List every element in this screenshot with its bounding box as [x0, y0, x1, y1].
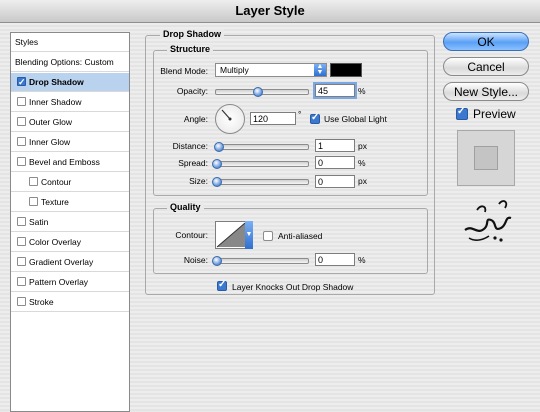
sidebar-item-label: Texture [41, 197, 69, 207]
sidebar-item-label: Satin [29, 217, 49, 227]
size-slider-thumb[interactable] [212, 177, 222, 187]
sidebar-checkbox[interactable] [17, 237, 26, 246]
sidebar-checkbox[interactable] [29, 197, 38, 206]
noise-slider-thumb[interactable] [212, 256, 222, 266]
angle-dial-needle [221, 109, 232, 121]
noise-label: Noise: [183, 255, 208, 265]
size-slider[interactable] [212, 177, 309, 187]
preview-thumbnail [457, 130, 515, 186]
sidebar-item-satin[interactable]: Satin [11, 213, 129, 232]
contour-dropdown-arrow-icon[interactable]: ▼ [245, 221, 253, 249]
sidebar-checkbox[interactable] [17, 157, 26, 166]
noise-slider[interactable] [212, 256, 309, 266]
spread-input[interactable]: 0 [315, 156, 355, 169]
size-input[interactable]: 0 [315, 175, 355, 188]
size-label: Size: [189, 176, 208, 186]
angle-unit: ° [298, 109, 302, 119]
sidebar-checkbox[interactable] [17, 257, 26, 266]
layer-knocks-out-checkbox[interactable] [217, 279, 227, 291]
sidebar-item-gradient-overlay[interactable]: Gradient Overlay [11, 253, 129, 272]
preview-swatch [474, 146, 498, 170]
opacity-input[interactable]: 45 [315, 84, 355, 97]
sidebar-item-blending-options-custom[interactable]: Blending Options: Custom [11, 53, 129, 72]
sidebar-item-bevel-and-emboss[interactable]: Bevel and Emboss [11, 153, 129, 172]
use-global-light-label: Use Global Light [324, 114, 387, 124]
spread-slider[interactable] [212, 159, 309, 169]
styles-list: Styles Blending Options: Custom Drop Shad… [10, 32, 130, 412]
quality-title: Quality [167, 202, 204, 212]
sidebar-checkbox[interactable] [17, 297, 26, 306]
updown-arrow-icon: ▲ ▼ [314, 63, 326, 76]
sidebar-item-label: Color Overlay [29, 237, 81, 247]
sidebar-item-inner-glow[interactable]: Inner Glow [11, 133, 129, 152]
sidebar-item-label: Outer Glow [29, 117, 72, 127]
preview-label: Preview [473, 107, 516, 121]
noise-input[interactable]: 0 [315, 253, 355, 266]
shadow-color-swatch[interactable] [330, 63, 362, 77]
sidebar-item-label: Stroke [29, 297, 54, 307]
sidebar-item-label: Inner Glow [29, 137, 71, 147]
angle-input[interactable]: 120 [250, 112, 296, 125]
blend-mode-label: Blend Mode: [160, 66, 208, 76]
sidebar-item-color-overlay[interactable]: Color Overlay [11, 233, 129, 252]
preview-checkbox[interactable] [456, 106, 468, 120]
anti-aliased-checkbox[interactable] [263, 231, 273, 241]
sidebar-item-label: Blending Options: Custom [15, 57, 114, 67]
sidebar-checkbox[interactable] [17, 137, 26, 146]
window-title: Layer Style [0, 0, 540, 23]
drop-shadow-title: Drop Shadow [160, 29, 224, 39]
use-global-light-checkbox[interactable] [310, 112, 320, 124]
sidebar-item-outer-glow[interactable]: Outer Glow [11, 113, 129, 132]
sidebar-item-label: Pattern Overlay [29, 277, 89, 287]
new-style-button[interactable]: New Style... [443, 82, 529, 101]
spread-slider-thumb[interactable] [212, 159, 222, 169]
sidebar-item-inner-shadow[interactable]: Inner Shadow [11, 93, 129, 112]
sidebar-checkbox[interactable] [17, 217, 26, 226]
blend-mode-value: Multiply [220, 65, 249, 75]
sidebar-item-drop-shadow[interactable]: Drop Shadow [11, 73, 129, 92]
angle-dial[interactable] [215, 104, 245, 134]
sidebar-item-pattern-overlay[interactable]: Pattern Overlay [11, 273, 129, 292]
sidebar-checkbox[interactable] [17, 97, 26, 106]
sidebar-checkbox[interactable] [17, 277, 26, 286]
styles-header[interactable]: Styles [11, 33, 129, 52]
sidebar-checkbox[interactable] [17, 117, 26, 126]
sidebar-item-texture[interactable]: Texture [11, 193, 129, 212]
opacity-unit: % [358, 86, 366, 96]
sidebar-checkbox[interactable] [17, 73, 26, 92]
opacity-label: Opacity: [176, 86, 208, 96]
distance-input[interactable]: 1 [315, 139, 355, 152]
cancel-button[interactable]: Cancel [443, 57, 529, 76]
layer-knocks-out-label: Layer Knocks Out Drop Shadow [232, 282, 354, 292]
ok-button[interactable]: OK [443, 32, 529, 51]
noise-unit: % [358, 255, 366, 265]
angle-label: Angle: [183, 114, 208, 124]
watermark-signature-icon [464, 200, 512, 242]
sidebar-item-label: Drop Shadow [29, 77, 84, 87]
blend-mode-select[interactable]: Multiply ▲ ▼ [215, 63, 327, 77]
contour-picker[interactable] [215, 221, 247, 249]
spread-label: Spread: [178, 158, 208, 168]
distance-slider-thumb[interactable] [214, 142, 224, 152]
anti-aliased-label: Anti-aliased [278, 231, 323, 241]
sidebar-item-label: Contour [41, 177, 72, 187]
distance-unit: px [358, 141, 367, 151]
contour-label: Contour: [175, 230, 208, 240]
sidebar-item-stroke[interactable]: Stroke [11, 293, 129, 312]
sidebar-checkbox[interactable] [29, 177, 38, 186]
structure-title: Structure [167, 44, 214, 54]
sidebar-item-label: Gradient Overlay [29, 257, 94, 267]
sidebar-item-label: Bevel and Emboss [29, 157, 100, 167]
opacity-slider[interactable] [215, 87, 309, 97]
styles-header-label: Styles [15, 37, 39, 47]
distance-slider[interactable] [214, 142, 309, 152]
distance-label: Distance: [172, 141, 208, 151]
sidebar-item-contour[interactable]: Contour [11, 173, 129, 192]
sidebar-item-label: Inner Shadow [29, 97, 82, 107]
spread-unit: % [358, 158, 366, 168]
size-unit: px [358, 176, 367, 186]
contour-curve-icon [216, 222, 246, 248]
